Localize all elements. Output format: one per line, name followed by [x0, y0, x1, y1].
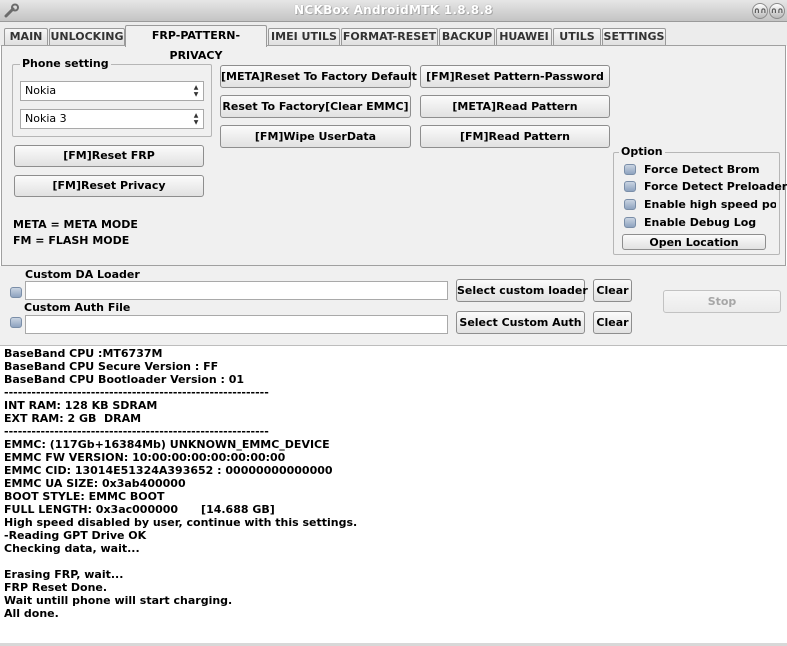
brand-select[interactable]: Nokia ▲ ▼: [20, 81, 204, 101]
log-line: EMMC FW VERSION: 10:00:00:00:00:00:00:00: [4, 451, 286, 464]
log-line: All done.: [4, 607, 59, 620]
option-legend: Option: [619, 145, 665, 158]
tab-utils[interactable]: UTILS: [553, 28, 601, 46]
tab-main[interactable]: MAIN: [4, 28, 48, 46]
log-line: ----------------------------------------…: [4, 425, 269, 438]
clear-loader-button[interactable]: Clear: [593, 279, 632, 302]
log-line: BOOT STYLE: EMMC BOOT: [4, 490, 165, 503]
log-line: High speed disabled by user, continue wi…: [4, 516, 358, 529]
model-select[interactable]: Nokia 3 ▲ ▼: [20, 109, 204, 129]
spinner-icon[interactable]: ▲ ▼: [192, 84, 200, 98]
force-detect-brom-checkbox[interactable]: [624, 164, 636, 175]
frp-pattern-privacy-panel: Phone setting Nokia ▲ ▼ Nokia 3 ▲ ▼ [FM]Re…: [1, 45, 787, 266]
title-bar: NCKBox AndroidMTK 1.8.8.8 ∩∩ ∩∩: [0, 0, 787, 22]
fm-reset-privacy-button[interactable]: [FM]Reset Privacy: [14, 175, 204, 197]
tab-format-reset[interactable]: FORMAT-RESET: [341, 28, 438, 46]
tab-backup[interactable]: BACKUP: [439, 28, 495, 46]
stop-button[interactable]: Stop: [663, 290, 781, 313]
tab-unlocking[interactable]: UNLOCKING: [49, 28, 125, 46]
custom-da-loader-checkbox[interactable]: [10, 287, 22, 298]
log-line: EMMC UA SIZE: 0x3ab400000: [4, 477, 186, 490]
phone-setting-legend: Phone setting: [20, 57, 111, 70]
model-value: Nokia 3: [25, 112, 67, 125]
log-line: BaseBand CPU :MT6737M: [4, 347, 163, 360]
log-line: BaseBand CPU Bootloader Version : 01: [4, 373, 245, 386]
brand-value: Nokia: [25, 84, 57, 97]
option-group: Option Force Detect Brom Force Detect Pr…: [613, 145, 787, 255]
log-line: EXT RAM: 2 GB DRAM: [4, 412, 142, 425]
open-location-button[interactable]: Open Location: [622, 234, 766, 250]
log-line: Erasing FRP, wait...: [4, 568, 124, 581]
meta-mode-note: META = META MODE: [13, 218, 138, 231]
log-output: BaseBand CPU :MT6737M BaseBand CPU Secure…: [0, 346, 787, 644]
custom-auth-file-checkbox[interactable]: [10, 317, 22, 328]
log-line: Checking data, wait...: [4, 542, 140, 555]
enable-debug-log-label: Enable Debug Log: [644, 216, 757, 229]
log-line: FULL LENGTH: 0x3ac000000 [14.688 GB]: [4, 503, 275, 516]
tab-frp-pattern-privacy[interactable]: FRP-PATTERN-PRIVACY: [125, 25, 267, 62]
force-detect-preloader-checkbox[interactable]: [624, 181, 636, 192]
meta-reset-factory-default-button[interactable]: [META]Reset To Factory Default: [220, 65, 417, 88]
fm-reset-pattern-password-button[interactable]: [FM]Reset Pattern-Password: [420, 65, 610, 88]
force-detect-preloader-label: Force Detect Preloader: [644, 180, 787, 193]
log-line: EMMC CID: 13014E51324A393652 : 000000000…: [4, 464, 333, 477]
tab-imei-utils[interactable]: IMEI UTILS: [268, 28, 340, 46]
log-line: ----------------------------------------…: [4, 386, 269, 399]
meta-read-pattern-button[interactable]: [META]Read Pattern: [420, 95, 610, 118]
enable-high-speed-port-checkbox[interactable]: [624, 199, 636, 210]
custom-auth-file-input[interactable]: [25, 315, 448, 334]
fm-wipe-userdata-button[interactable]: [FM]Wipe UserData: [220, 125, 411, 148]
select-custom-loader-button[interactable]: Select custom loader: [456, 279, 588, 302]
reset-factory-clear-emmc-button[interactable]: Reset To Factory[Clear EMMC]: [220, 95, 411, 118]
select-custom-auth-button[interactable]: Select Custom Auth: [456, 311, 585, 334]
spinner-icon[interactable]: ▲ ▼: [192, 112, 200, 126]
log-line: -Reading GPT Drive OK: [4, 529, 147, 542]
log-line: INT RAM: 128 KB SDRAM: [4, 399, 158, 412]
restore-icon[interactable]: ∩∩: [752, 3, 768, 19]
enable-high-speed-port-label: Enable high speed port: [644, 198, 776, 211]
window-title: NCKBox AndroidMTK 1.8.8.8: [294, 3, 493, 17]
custom-loader-strip: Custom DA Loader Select custom loader Cl…: [0, 266, 787, 346]
log-line: BaseBand CPU Secure Version : FF: [4, 360, 219, 373]
flash-mode-note: FM = FLASH MODE: [13, 234, 130, 247]
phone-setting-group: Phone setting Nokia ▲ ▼ Nokia 3 ▲ ▼: [12, 57, 212, 137]
fm-reset-frp-button[interactable]: [FM]Reset FRP: [14, 145, 204, 167]
close-icon[interactable]: ∩∩: [769, 3, 785, 19]
custom-da-loader-input[interactable]: [25, 281, 448, 300]
custom-da-loader-label: Custom DA Loader: [25, 268, 140, 281]
tab-settings[interactable]: SETTINGS: [602, 28, 666, 46]
fm-read-pattern-button[interactable]: [FM]Read Pattern: [420, 125, 610, 148]
tab-huawei[interactable]: HUAWEI: [496, 28, 552, 46]
enable-debug-log-checkbox[interactable]: [624, 217, 636, 228]
tab-strip: MAIN UNLOCKING FRP-PATTERN-PRIVACY IMEI …: [0, 22, 787, 62]
log-line: EMMC: (117Gb+16384Mb) UNKNOWN_EMMC_DEVIC…: [4, 438, 330, 451]
log-line: FRP Reset Done.: [4, 581, 108, 594]
log-line: Wait untill phone will start charging.: [4, 594, 233, 607]
clear-auth-button[interactable]: Clear: [593, 311, 632, 334]
custom-auth-file-label: Custom Auth File: [24, 301, 131, 314]
force-detect-brom-label: Force Detect Brom: [644, 163, 760, 176]
